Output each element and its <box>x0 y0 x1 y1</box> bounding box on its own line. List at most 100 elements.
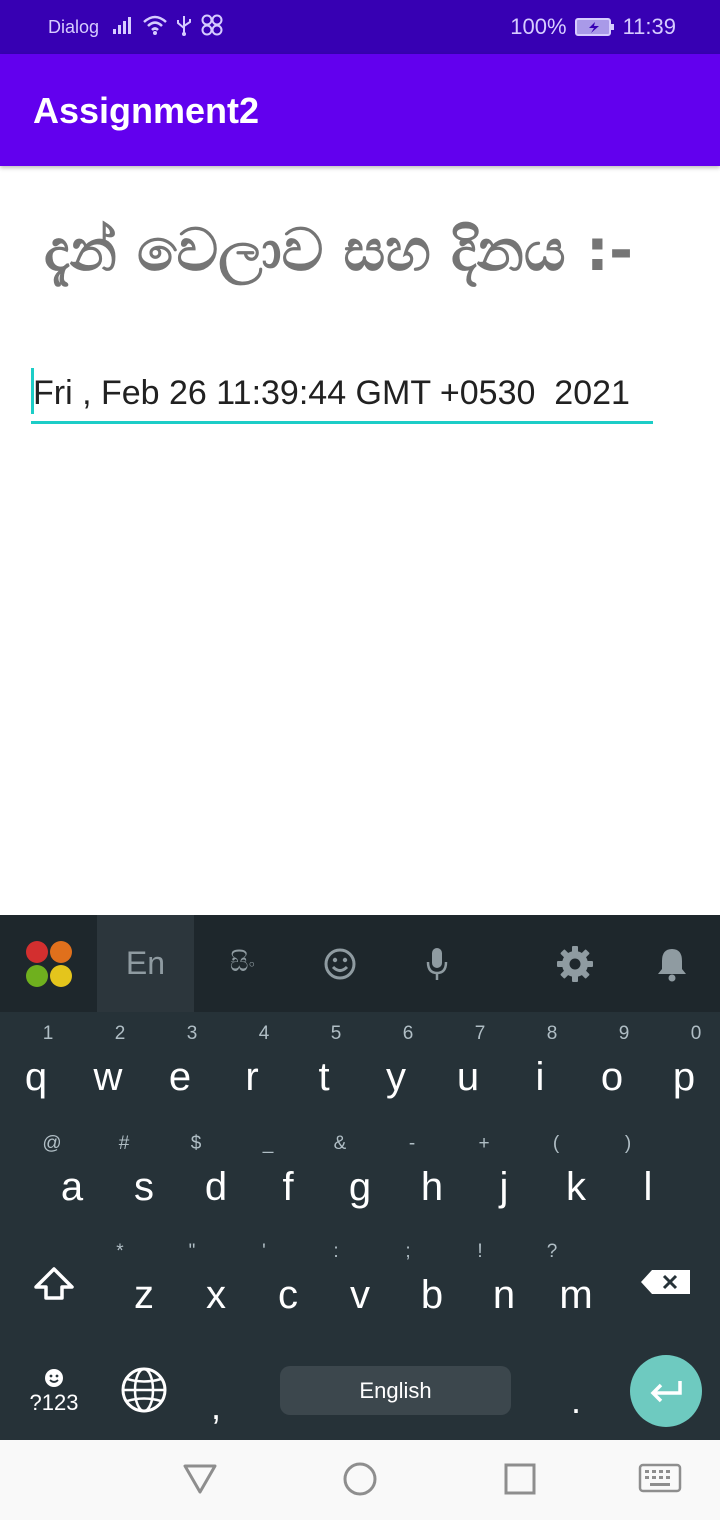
key-v-label: v <box>350 1273 370 1317</box>
key-g-hint: & <box>333 1133 347 1154</box>
key-b-hint: ; <box>405 1241 411 1262</box>
key-w-label: w <box>93 1055 123 1099</box>
home-icon[interactable] <box>342 1460 378 1501</box>
language-switch-key[interactable] <box>108 1350 180 1450</box>
key-l-hint: ) <box>624 1133 632 1154</box>
key-h-label: h <box>420 1165 444 1209</box>
key-k-hint: ( <box>552 1133 560 1154</box>
key-e-label: e <box>168 1055 192 1099</box>
signal-icon <box>112 15 134 35</box>
key-d-hint: $ <box>190 1133 202 1154</box>
space-key[interactable]: English <box>280 1366 511 1415</box>
period-key[interactable]: . <box>540 1350 612 1450</box>
space-key-label: English <box>359 1377 432 1403</box>
app-bar: Assignment2 <box>0 54 720 166</box>
app-title: Assignment2 <box>33 90 260 131</box>
key-k-label: k <box>566 1165 586 1209</box>
backspace-key[interactable] <box>630 1244 702 1344</box>
key-m[interactable]: ? m <box>540 1235 612 1335</box>
key-f-label: f <box>282 1165 294 1209</box>
key-s-label: s <box>134 1165 154 1209</box>
microphone-icon[interactable] <box>388 915 485 1012</box>
key-p[interactable]: 0p <box>648 1017 720 1117</box>
shift-key[interactable] <box>18 1244 90 1344</box>
key-o[interactable]: 9o <box>576 1017 648 1117</box>
key-r[interactable]: 4r <box>216 1017 288 1117</box>
key-b-label: b <box>420 1273 444 1317</box>
battery-charging-icon <box>574 17 615 37</box>
carrier-name: Dialog <box>48 17 100 37</box>
key-m-label: m <box>559 1273 593 1317</box>
emoji-icon[interactable] <box>291 915 388 1012</box>
key-n-label: n <box>492 1273 516 1317</box>
key-i-label: i <box>535 1055 545 1099</box>
symbols-key[interactable]: ?123 <box>18 1350 90 1450</box>
comma-key[interactable]: , <box>180 1350 252 1450</box>
clock: 11:39 <box>622 14 676 39</box>
key-j-hint: + <box>478 1133 490 1154</box>
settings-icon[interactable] <box>526 915 623 1012</box>
language-tab-english[interactable]: En <box>97 915 194 1012</box>
key-p-label: p <box>672 1055 696 1099</box>
comma-key-label: , <box>210 1386 221 1427</box>
key-x-label: x <box>206 1273 226 1317</box>
screen: Dialog 100% 11:39 Assignment2 දැන් වෙලාව… <box>0 0 720 1520</box>
symbols-key-label: ?123 <box>29 1390 79 1415</box>
enter-key[interactable] <box>630 1355 702 1427</box>
keyboard-toolbar: En සිං <box>0 915 720 1012</box>
date-time-value: Fri , Feb 26 11:39:44 GMT +0530 2021 <box>33 374 630 412</box>
key-r-label: r <box>245 1055 259 1099</box>
key-a-label: a <box>60 1165 84 1209</box>
key-l-label: l <box>643 1165 653 1209</box>
status-bar: Dialog 100% 11:39 <box>0 0 720 54</box>
key-u-label: u <box>456 1055 480 1099</box>
back-icon[interactable] <box>182 1460 218 1501</box>
app-logo-icon[interactable] <box>0 915 97 1012</box>
battery-percent: 100% <box>510 14 567 39</box>
key-h-hint: - <box>408 1133 416 1154</box>
key-m-hint: ? <box>546 1241 558 1262</box>
keyboard-toggle-icon[interactable] <box>638 1460 682 1501</box>
pattern-icon <box>200 14 224 36</box>
key-w[interactable]: 2w <box>72 1017 144 1117</box>
key-q[interactable]: 1q <box>0 1017 72 1117</box>
key-y[interactable]: 6y <box>360 1017 432 1117</box>
key-j-label: j <box>499 1165 509 1209</box>
key-c-label: c <box>278 1273 298 1317</box>
enter-icon <box>650 1381 682 1403</box>
key-q-label: q <box>24 1055 48 1099</box>
language-tab-sinhala[interactable]: සිං <box>194 915 291 1012</box>
key-d-label: d <box>204 1165 228 1209</box>
notification-bell-icon[interactable] <box>623 915 720 1012</box>
key-o-label: o <box>600 1055 624 1099</box>
key-s-hint: # <box>118 1133 130 1154</box>
key-z-hint: * <box>116 1241 124 1262</box>
date-time-field[interactable]: Fri , Feb 26 11:39:44 GMT +0530 2021 <box>31 366 653 424</box>
key-y-label: y <box>386 1055 406 1099</box>
key-n-hint: ! <box>477 1241 483 1262</box>
key-p-hint: 0 <box>690 1023 702 1044</box>
key-x-hint: " <box>188 1241 196 1262</box>
key-i[interactable]: 8i <box>504 1017 576 1117</box>
soft-keyboard: En සිං 1q2w3e4r5t6y7u8i9o0p @ a # s $ d _ f & g - h… <box>0 915 720 1440</box>
key-g-label: g <box>348 1165 372 1209</box>
date-time-heading: දැන් වෙලාව සහ දිනය :- <box>44 216 634 284</box>
key-z-label: z <box>134 1273 154 1317</box>
key-e[interactable]: 3e <box>144 1017 216 1117</box>
key-c-hint: ' <box>262 1241 266 1262</box>
recents-icon[interactable] <box>503 1460 537 1501</box>
key-t-label: t <box>318 1055 330 1099</box>
key-f-hint: _ <box>262 1133 274 1154</box>
language-label-english: En <box>125 945 166 981</box>
usb-icon <box>176 14 192 36</box>
key-a-hint: @ <box>42 1133 62 1154</box>
language-label-sinhala: සිං <box>229 948 256 978</box>
key-l[interactable]: ) l <box>612 1127 684 1227</box>
key-u[interactable]: 7u <box>432 1017 504 1117</box>
key-v-hint: : <box>333 1241 339 1262</box>
wifi-icon <box>142 14 168 36</box>
period-key-label: . <box>570 1380 581 1421</box>
key-t[interactable]: 5t <box>288 1017 360 1117</box>
globe-icon <box>121 1367 167 1413</box>
navigation-bar <box>0 1440 720 1520</box>
